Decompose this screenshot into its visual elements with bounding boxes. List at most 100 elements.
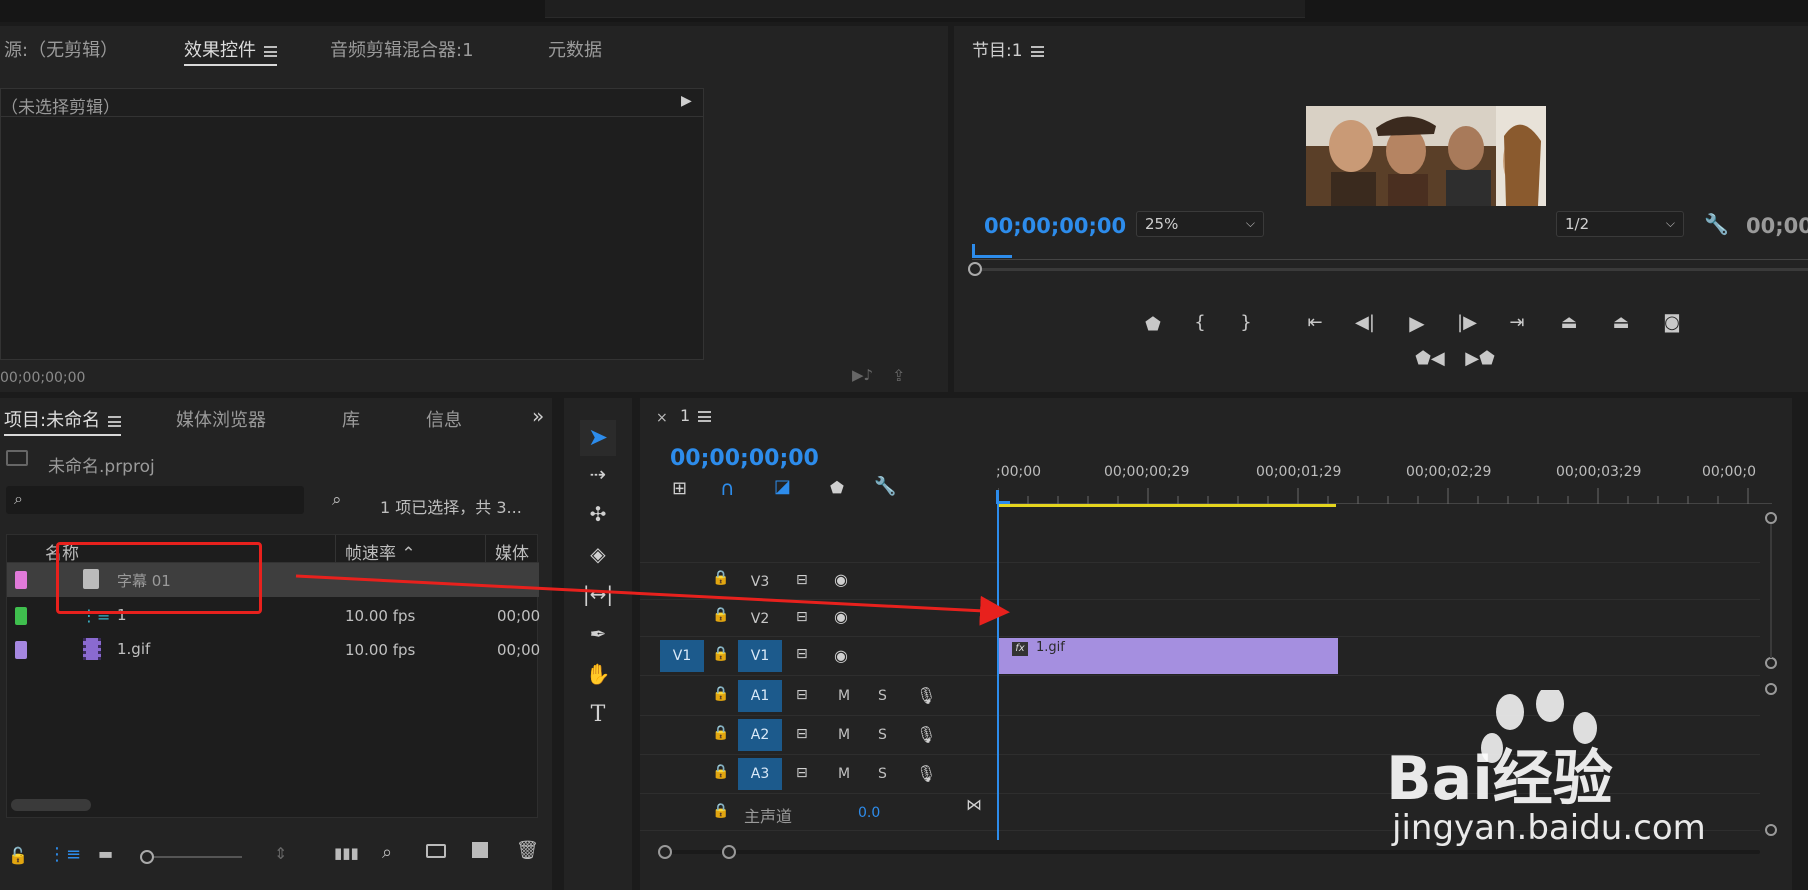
track-label-a1[interactable]: A1 — [738, 680, 782, 712]
tab-source[interactable]: 源:（无剪辑） — [4, 36, 118, 62]
eye-icon[interactable]: ◉ — [834, 607, 848, 626]
overflow-chevron-icon[interactable]: » — [532, 404, 544, 428]
track-label-v2[interactable]: V2 — [740, 603, 780, 635]
sync-lock-icon[interactable]: ⊟ — [796, 687, 808, 703]
column-frame-rate[interactable]: 帧速率 ⌃ — [345, 539, 416, 564]
folder-up-icon[interactable] — [6, 450, 28, 466]
video-scroll-handle[interactable] — [1765, 657, 1777, 669]
new-item-icon[interactable] — [472, 842, 488, 858]
lock-icon[interactable]: 🔒 — [712, 646, 729, 662]
linked-selection-icon[interactable]: ◪ — [774, 476, 791, 497]
wrench-icon[interactable]: 🔧 — [874, 476, 896, 497]
find-bin-icon[interactable]: ⌕ — [332, 490, 342, 510]
resolution-dropdown[interactable]: 1/2 ⌵ — [1556, 211, 1684, 237]
panel-menu-icon[interactable] — [264, 45, 277, 57]
tab-media-browser[interactable]: 媒体浏览器 — [176, 406, 266, 432]
label-color-swatch[interactable] — [15, 571, 27, 589]
slip-tool-icon[interactable]: |↔| — [580, 582, 616, 612]
play-icon[interactable]: ▶ — [1404, 312, 1430, 334]
vertical-scrollbar[interactable] — [1770, 524, 1772, 658]
audio-scroll-handle[interactable] — [1765, 683, 1777, 695]
wrench-icon[interactable]: 🔧 — [1704, 212, 1729, 236]
track-label-v3[interactable]: V3 — [740, 566, 780, 598]
tab-effect-controls[interactable]: 效果控件 — [184, 36, 277, 66]
close-icon[interactable]: × — [656, 410, 668, 426]
tab-project[interactable]: 项目:未命名 — [4, 406, 122, 436]
razor-tool-icon[interactable]: ◈ — [580, 542, 616, 572]
lock-icon[interactable]: 🔒 — [712, 607, 729, 623]
microphone-icon[interactable]: 🎙 — [916, 764, 936, 783]
solo-button[interactable]: S — [878, 688, 887, 704]
find-icon[interactable]: ⌕ — [382, 842, 392, 863]
solo-button[interactable]: S — [878, 766, 887, 782]
export-icon[interactable]: ⇪ — [892, 366, 905, 385]
time-ruler[interactable] — [998, 488, 1772, 504]
timeline-playhead-line[interactable] — [997, 504, 999, 840]
nest-icon[interactable]: ⊞ — [672, 478, 687, 499]
play-arrow-icon[interactable]: ▶ — [681, 93, 692, 109]
lock-icon[interactable]: 🔒 — [712, 570, 729, 586]
sort-icon[interactable]: ⇕ — [274, 844, 287, 863]
sync-lock-icon[interactable]: ⊟ — [796, 646, 808, 662]
zoom-slider-handle[interactable] — [140, 850, 154, 864]
lock-icon[interactable]: 🔒 — [712, 686, 729, 702]
mute-button[interactable]: M — [838, 727, 850, 743]
timeline-timecode[interactable]: 00;00;00;00 — [670, 446, 819, 471]
sync-lock-icon[interactable]: ⊟ — [796, 726, 808, 742]
project-menu-icon[interactable] — [108, 415, 122, 427]
timeline-playhead-head[interactable] — [996, 490, 1010, 504]
audio-scroll-handle[interactable] — [1765, 824, 1777, 836]
automate-to-sequence-icon[interactable]: ▮▮▮ — [334, 844, 359, 862]
pen-tool-icon[interactable]: ✒ — [580, 622, 616, 652]
lock-icon[interactable]: 🔒 — [712, 725, 729, 741]
tab-libraries[interactable]: 库 — [342, 406, 360, 432]
track-label-a2[interactable]: A2 — [738, 719, 782, 751]
tab-info[interactable]: 信息 — [426, 406, 462, 432]
zoom-slider[interactable] — [140, 850, 242, 864]
zoom-dropdown[interactable]: 25% ⌵ — [1136, 211, 1264, 237]
label-color-swatch[interactable] — [15, 641, 27, 659]
solo-button[interactable]: S — [878, 727, 887, 743]
eye-icon[interactable]: ◉ — [834, 570, 848, 589]
snap-icon[interactable]: ∩ — [720, 476, 735, 500]
track-label-a3[interactable]: A3 — [738, 758, 782, 790]
lock-icon[interactable]: 🔓 — [8, 846, 28, 865]
mark-in-icon[interactable]: { — [1187, 312, 1213, 334]
microphone-icon[interactable]: 🎙 — [916, 725, 936, 744]
list-view-icon[interactable]: ⋮≡ — [48, 844, 81, 865]
add-marker-icon[interactable]: ⬟ — [1140, 314, 1166, 336]
work-area-bar[interactable] — [998, 504, 1336, 507]
sync-lock-icon[interactable]: ⊟ — [796, 609, 808, 625]
label-color-swatch[interactable] — [15, 607, 27, 625]
column-media[interactable]: 媒体 — [495, 539, 529, 564]
microphone-icon[interactable]: 🎙 — [916, 686, 936, 705]
tab-metadata[interactable]: 元数据 — [548, 36, 602, 62]
lock-icon[interactable]: 🔒 — [712, 764, 729, 780]
sync-lock-icon[interactable]: ⊟ — [796, 572, 808, 588]
master-volume-value[interactable]: 0.0 — [858, 805, 880, 821]
track-select-tool-icon[interactable]: ⇢ — [580, 462, 616, 492]
extract-icon[interactable]: ⏏ — [1608, 312, 1634, 334]
mark-out-icon[interactable]: } — [1233, 312, 1259, 334]
timeline-zoom-bar[interactable] — [658, 845, 1760, 859]
project-search-input[interactable]: ⌕ — [6, 486, 304, 514]
sequence-tab[interactable]: 1 — [680, 406, 712, 425]
icon-view-icon[interactable]: ▬ — [98, 844, 113, 863]
scrub-handle[interactable] — [968, 262, 982, 276]
audio-only-icon[interactable]: ▶♪ — [852, 366, 873, 384]
fx-badge[interactable]: fx — [1012, 642, 1028, 656]
lock-icon[interactable]: 🔒 — [712, 803, 729, 819]
add-marker-icon[interactable]: ⬟ — [830, 478, 844, 497]
go-to-out-icon[interactable]: ⇥ — [1504, 312, 1530, 334]
prev-marker-icon[interactable]: ⬟◀ — [1412, 348, 1448, 370]
next-marker-icon[interactable]: ▶⬟ — [1462, 348, 1498, 370]
selection-tool-icon[interactable]: ➤ — [580, 420, 616, 456]
program-menu-icon[interactable] — [1030, 45, 1044, 57]
new-bin-icon[interactable] — [426, 844, 446, 858]
mute-button[interactable]: M — [838, 688, 850, 704]
video-scroll-handle[interactable] — [1765, 512, 1777, 524]
program-scrub-bar[interactable] — [968, 262, 1808, 276]
timeline-clip[interactable]: fx 1.gif — [998, 638, 1338, 674]
lift-icon[interactable]: ⏏ — [1556, 312, 1582, 334]
type-tool-icon[interactable]: T — [580, 702, 616, 732]
